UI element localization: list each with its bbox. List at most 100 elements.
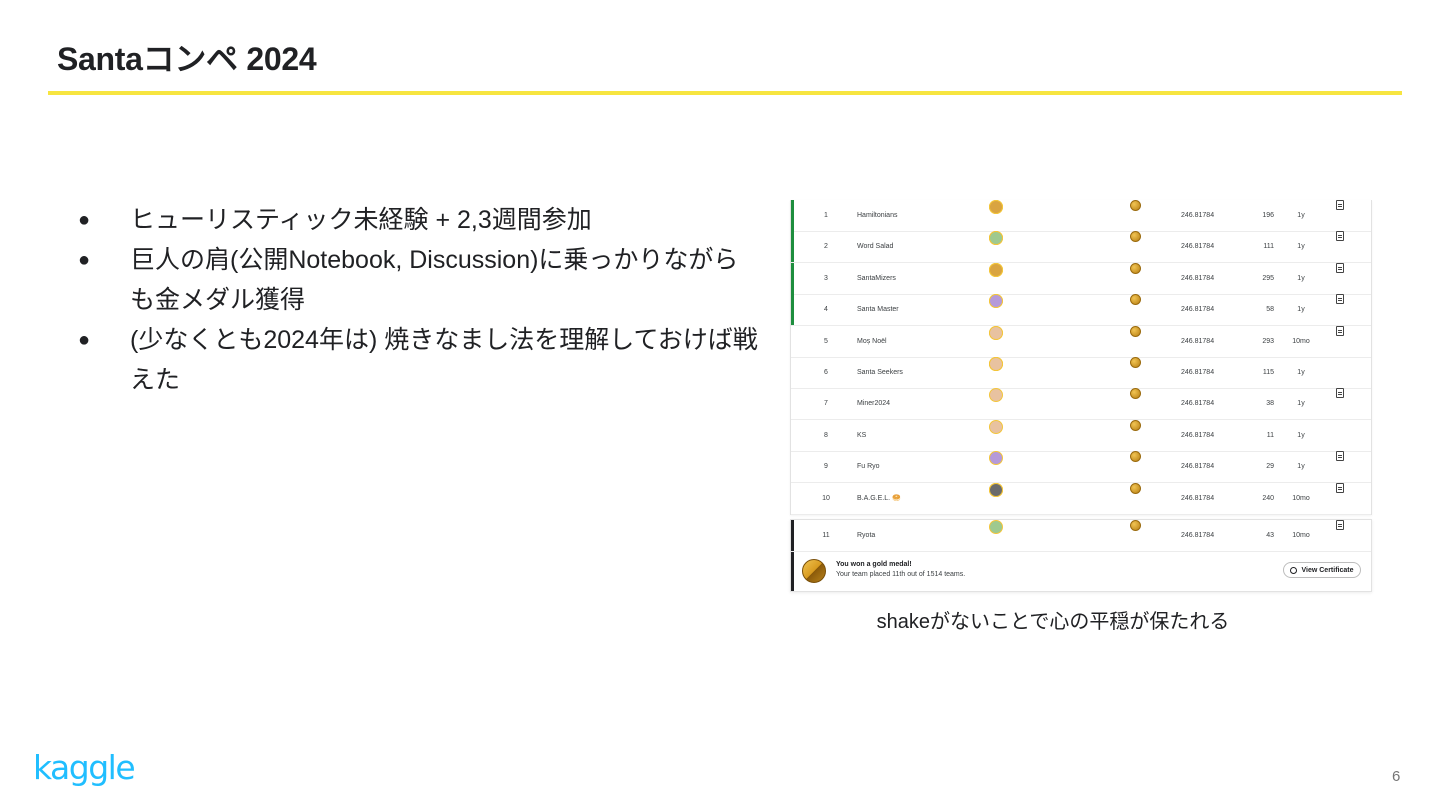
- avatar[interactable]: [989, 388, 1003, 403]
- bullet-text: 巨人の肩(公開Notebook, Discussion)に乗っかりながらも金メダ…: [130, 246, 739, 314]
- last-submission-cell: 1y: [1297, 212, 1305, 219]
- gold-medal-icon: [802, 559, 826, 583]
- entries-cell: 295: [1262, 274, 1274, 282]
- bullet-text: (少なくとも2024年は) 焼きなまし法を理解しておけば戦えた: [130, 326, 758, 394]
- table-row[interactable]: 5 Moș Noël 246.81784 293 10mo: [791, 325, 1371, 358]
- last-submission-cell: 1y: [1297, 400, 1305, 408]
- avatar[interactable]: [989, 482, 1003, 497]
- document-icon: [1336, 388, 1344, 399]
- entries-cell: 196: [1262, 212, 1274, 219]
- last-submission-cell: 1y: [1297, 369, 1305, 376]
- gold-medal-icon: [1130, 388, 1141, 400]
- entries-cell: 38: [1266, 400, 1274, 408]
- rank-cell: 9: [824, 463, 828, 471]
- document-icon: [1336, 451, 1344, 462]
- avatar[interactable]: [989, 231, 1003, 246]
- avatar[interactable]: [989, 520, 1003, 534]
- table-row[interactable]: 4 Santa Master 246.81784 58 1y: [791, 294, 1371, 327]
- entries-cell: 115: [1262, 369, 1274, 376]
- score-cell: 246.81784: [1181, 337, 1215, 345]
- gold-medal-subtitle: Your team placed 11th out of 1514 teams.: [836, 571, 966, 578]
- title-underline: [48, 91, 1402, 95]
- rank-cell: 1: [824, 212, 828, 219]
- table-row[interactable]: 1 Hamiltonians 246.81784 196 1y: [791, 200, 1371, 232]
- avatar[interactable]: [989, 262, 1003, 277]
- team-name[interactable]: KS: [857, 420, 977, 451]
- user-leaderboard-card: 11 Ryota 246.81784 43 10mo You won a gold me…: [790, 519, 1372, 592]
- document-icon: [1336, 482, 1344, 493]
- table-row[interactable]: 7 Miner2024 246.81784 38 1y: [791, 388, 1371, 421]
- bullet-item: ● 巨人の肩(公開Notebook, Discussion)に乗っかりながらも金…: [78, 240, 758, 320]
- table-row[interactable]: 2 Word Salad 246.81784 111 1y: [791, 231, 1371, 264]
- bullet-item: ● ヒューリスティック未経験 + 2,3週間参加: [78, 200, 758, 240]
- score-cell: 246.81784: [1181, 400, 1215, 408]
- slide-title: Santaコンペ 2024: [57, 41, 317, 77]
- gold-medal-icon: [1130, 419, 1141, 431]
- table-row[interactable]: 6 Santa Seekers 246.81784 115 1y: [791, 357, 1371, 389]
- last-submission-cell: 10mo: [1292, 532, 1310, 539]
- score-cell: 246.81784: [1181, 306, 1215, 314]
- team-name[interactable]: Ryota: [857, 520, 977, 551]
- entries-cell: 240: [1262, 494, 1274, 502]
- document-icon: [1336, 325, 1344, 336]
- entries-cell: 293: [1262, 337, 1274, 345]
- gold-medal-icon: [1130, 325, 1141, 337]
- team-name[interactable]: Word Salad: [857, 231, 977, 262]
- gold-medal-icon: [1130, 451, 1141, 463]
- rank-cell: 6: [824, 369, 828, 376]
- page-number: 6: [1392, 768, 1401, 785]
- team-name[interactable]: Hamiltonians: [857, 200, 977, 231]
- last-submission-cell: 1y: [1297, 431, 1305, 439]
- entries-cell: 58: [1266, 306, 1274, 314]
- team-name[interactable]: Fu Ryo: [857, 451, 977, 482]
- table-row[interactable]: 9 Fu Ryo 246.81784 29 1y: [791, 451, 1371, 484]
- last-submission-cell: 1y: [1297, 306, 1305, 314]
- gold-medal-icon: [1130, 262, 1141, 274]
- document-icon: [1336, 200, 1344, 210]
- document-icon: [1336, 294, 1344, 305]
- view-certificate-button[interactable]: View Certificate: [1283, 562, 1361, 578]
- avatar[interactable]: [989, 451, 1003, 466]
- score-cell: 246.81784: [1181, 463, 1215, 471]
- table-row[interactable]: 11 Ryota 246.81784 43 10mo: [791, 520, 1371, 552]
- bullet-marker: ●: [78, 209, 91, 231]
- entries-cell: 29: [1266, 463, 1274, 471]
- score-cell: 246.81784: [1181, 532, 1215, 539]
- score-cell: 246.81784: [1181, 212, 1215, 219]
- table-row[interactable]: 3 SantaMizers 246.81784 295 1y: [791, 262, 1371, 295]
- rank-cell: 4: [824, 306, 828, 314]
- team-name[interactable]: Santa Seekers: [857, 357, 977, 388]
- last-submission-cell: 1y: [1297, 463, 1305, 471]
- ribbon-icon: [1290, 566, 1298, 574]
- avatar[interactable]: [989, 419, 1003, 434]
- rank-cell: 8: [824, 431, 828, 439]
- rank-cell: 10: [822, 494, 830, 502]
- team-name[interactable]: B.A.G.E.L. 🥯: [857, 483, 977, 514]
- table-row[interactable]: 10 B.A.G.E.L. 🥯 246.81784 240 10mo: [791, 482, 1371, 515]
- last-submission-cell: 1y: [1297, 274, 1305, 282]
- team-name[interactable]: SantaMizers: [857, 263, 977, 294]
- gold-medal-icon: [1130, 520, 1141, 531]
- entries-cell: 43: [1266, 532, 1274, 539]
- document-icon: [1336, 231, 1344, 242]
- rank-cell: 11: [822, 532, 830, 539]
- score-cell: 246.81784: [1181, 494, 1215, 502]
- team-name[interactable]: Miner2024: [857, 388, 977, 419]
- avatar[interactable]: [989, 200, 1003, 214]
- bullet-text: ヒューリスティック未経験 + 2,3週間参加: [130, 206, 592, 234]
- team-name[interactable]: Santa Master: [857, 294, 977, 325]
- gold-medal-icon: [1130, 482, 1141, 494]
- kaggle-logo: kaggle: [33, 748, 136, 787]
- avatar[interactable]: [989, 357, 1003, 371]
- table-row[interactable]: 8 KS 246.81784 11 1y: [791, 419, 1371, 452]
- leaderboard-table: 1 Hamiltonians 246.81784 196 1y 2 Word Salad 24…: [790, 200, 1372, 515]
- avatar[interactable]: [989, 294, 1003, 309]
- rank-cell: 2: [824, 243, 828, 251]
- rank-cell: 3: [824, 274, 828, 282]
- gold-medal-title: You won a gold medal!: [836, 561, 912, 568]
- bullet-marker: ●: [78, 249, 91, 271]
- document-icon: [1336, 262, 1344, 273]
- last-submission-cell: 1y: [1297, 243, 1305, 251]
- avatar[interactable]: [989, 325, 1003, 340]
- team-name[interactable]: Moș Noël: [857, 326, 977, 357]
